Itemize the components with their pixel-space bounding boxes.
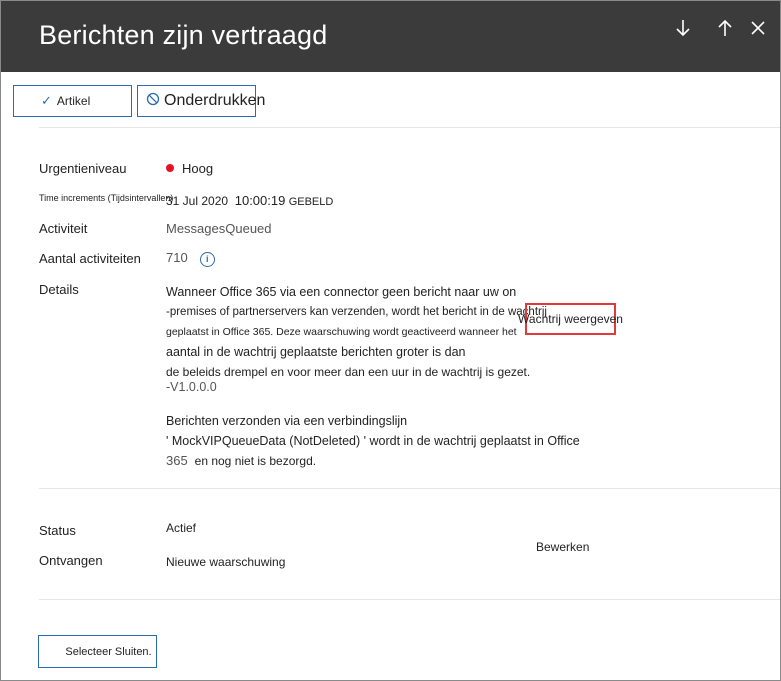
urgency-value: Hoog <box>166 161 213 176</box>
arrow-down-icon[interactable] <box>670 15 696 41</box>
divider <box>39 488 780 489</box>
received-label: Ontvangen <box>39 553 103 568</box>
details-line: aantal in de wachtrij geplaatste bericht… <box>166 345 466 359</box>
close-button[interactable]: Selecteer Sluiten. <box>38 635 157 668</box>
details-line: geplaatst in Office 365. Deze waarschuwi… <box>166 326 517 338</box>
divider <box>39 599 780 600</box>
details-line: -premises of partnerservers kan verzende… <box>166 306 547 318</box>
details-line: Berichten verzonden via een verbindingsl… <box>166 414 408 428</box>
checkmark-icon: ✓ <box>41 93 52 108</box>
time-value: 31 Jul 2020 10:00:19 GEBELD <box>166 193 334 208</box>
close-icon[interactable] <box>745 15 771 41</box>
panel-title: Berichten zijn vertraagd <box>39 20 328 50</box>
article-button[interactable]: ✓ Artikel <box>13 85 132 117</box>
info-icon[interactable]: i <box>199 252 215 267</box>
activity-value: MessagesQueued <box>166 221 272 236</box>
details-line: de beleids drempel en voor meer dan een … <box>166 365 531 379</box>
activity-count-label: Aantal activiteiten <box>39 251 141 266</box>
details-label: Details <box>39 282 79 297</box>
details-line: 365 en nog niet is bezorgd. <box>166 453 317 468</box>
severity-dot-icon <box>166 164 174 172</box>
edit-link[interactable]: Bewerken <box>536 540 589 554</box>
activity-count-value: 710 i <box>166 250 215 267</box>
received-value: Nieuwe waarschuwing <box>166 555 286 569</box>
details-line: Wanneer Office 365 via een connector gee… <box>166 285 517 299</box>
urgency-label: Urgentieniveau <box>39 161 127 176</box>
activity-label: Activiteit <box>39 221 88 236</box>
suppress-button-label: Onderdrukken <box>164 92 266 109</box>
time-label: Time increments (Tijdsintervallen) <box>39 193 174 203</box>
panel-header: Berichten zijn vertraagd <box>1 1 780 72</box>
divider <box>39 127 780 128</box>
alert-panel: Berichten zijn vertraagd ✓ Artikel Onder… <box>0 0 781 681</box>
suppress-button[interactable]: Onderdrukken <box>137 85 265 117</box>
article-button-label: Artikel <box>56 94 91 108</box>
status-label: Status <box>39 523 76 538</box>
arrow-up-icon[interactable] <box>712 15 738 41</box>
status-value: Actief <box>166 521 197 535</box>
details-line: ' MockVIPQueueData (NotDeleted) ' wordt … <box>166 434 580 448</box>
details-text: Wanneer Office 365 via een connector gee… <box>166 282 580 471</box>
view-queue-link[interactable]: Wachtrij weergeven <box>518 303 623 335</box>
block-icon <box>146 92 160 111</box>
